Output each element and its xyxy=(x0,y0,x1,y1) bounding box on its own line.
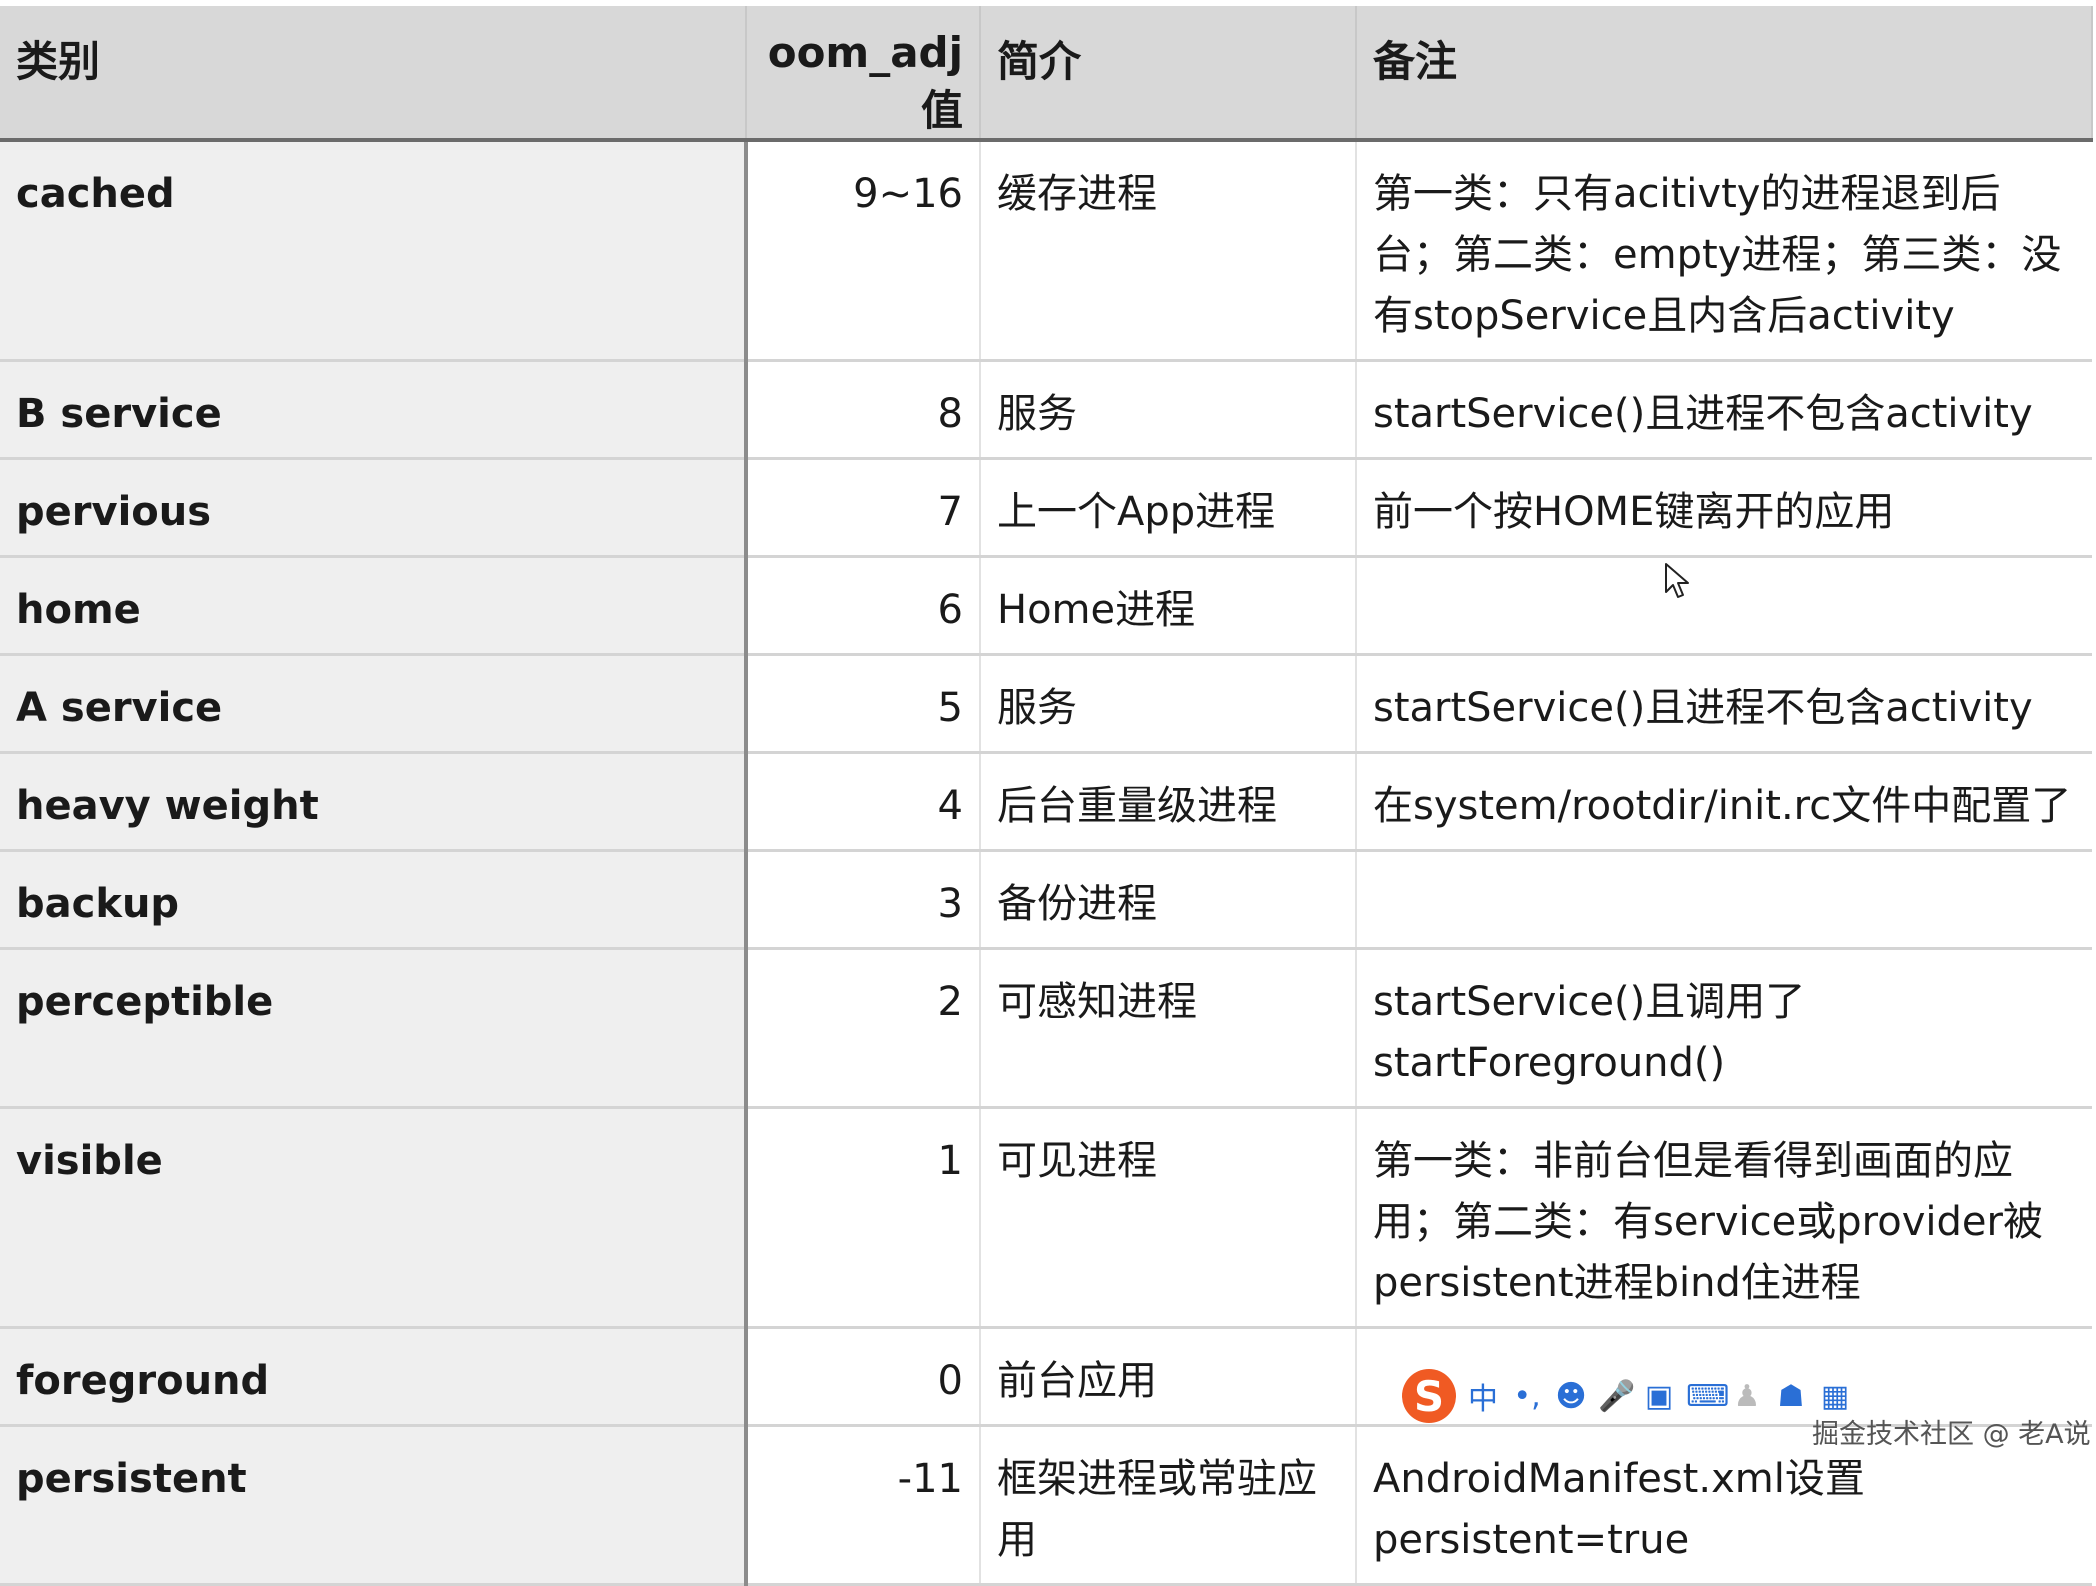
watermark: 掘金技术社区 @ 老A说 xyxy=(1812,1419,2091,1450)
cell-note: 第一类：非前台但是看得到画面的应用；第二类：有service或provider被… xyxy=(1356,1107,2092,1329)
cell-oom-adj: 2 xyxy=(746,948,981,1109)
cell-category: A service xyxy=(0,654,748,754)
table-row: persistent -11 框架进程或常驻应用 AndroidManifest… xyxy=(0,1425,2092,1586)
cell-oom-adj: -11 xyxy=(746,1425,981,1586)
ime-toolbar[interactable]: S 中 •, ☻ 🎤 ▣ ⌨ ♟ ☗ ▦ xyxy=(1396,1368,1862,1424)
cell-note: 在system/rootdir/init.rc文件中配置了 xyxy=(1356,752,2092,852)
cell-note xyxy=(1356,556,2092,656)
table-header-row: 类别 oom_adj值 简介 备注 xyxy=(0,6,2093,142)
cell-category: persistent xyxy=(0,1425,748,1586)
cell-desc: 后台重量级进程 xyxy=(980,752,1357,852)
cell-category: cached xyxy=(0,140,748,362)
cell-oom-adj: 8 xyxy=(746,360,981,460)
cell-desc: 缓存进程 xyxy=(980,140,1357,362)
cell-oom-adj: 0 xyxy=(746,1327,981,1427)
cell-desc: 上一个App进程 xyxy=(980,458,1357,558)
microphone-icon[interactable]: 🎤 xyxy=(1598,1379,1635,1414)
cell-desc: 可感知进程 xyxy=(980,948,1357,1109)
cell-oom-adj: 5 xyxy=(746,654,981,754)
cell-category: perceptible xyxy=(0,948,748,1109)
cell-note: startService()且进程不包含activity xyxy=(1356,360,2092,460)
user-icon[interactable]: ♟ xyxy=(1730,1379,1764,1414)
ime-mode-toggle[interactable]: 中 xyxy=(1466,1374,1500,1418)
table-row: A service 5 服务 startService()且进程不包含activ… xyxy=(0,654,2092,754)
cell-note: 第一类：只有acitivty的进程退到后台；第二类：empty进程；第三类：没有… xyxy=(1356,140,2092,362)
cell-desc: 可见进程 xyxy=(980,1107,1357,1329)
cell-desc: 服务 xyxy=(980,654,1357,754)
cell-oom-adj: 4 xyxy=(746,752,981,852)
table-row: visible 1 可见进程 第一类：非前台但是看得到画面的应用；第二类：有se… xyxy=(0,1107,2092,1329)
cell-oom-adj: 1 xyxy=(746,1107,981,1329)
table-row: perceptible 2 可感知进程 startService()且调用了st… xyxy=(0,948,2092,1109)
cell-oom-adj: 6 xyxy=(746,556,981,656)
page: 类别 oom_adj值 简介 备注 cached 9~16 缓存进程 第一类：只… xyxy=(0,0,2096,1586)
ime-logo[interactable]: S xyxy=(1402,1369,1456,1423)
table-row: home 6 Home进程 xyxy=(0,556,2092,656)
cell-desc: Home进程 xyxy=(980,556,1357,656)
cell-note: startService()且进程不包含activity xyxy=(1356,654,2092,754)
cell-category: heavy weight xyxy=(0,752,748,852)
table-row: cached 9~16 缓存进程 第一类：只有acitivty的进程退到后台；第… xyxy=(0,140,2092,362)
header-note: 备注 xyxy=(1356,6,2093,142)
skin-icon[interactable]: ☗ xyxy=(1774,1379,1808,1414)
cell-category: foreground xyxy=(0,1327,748,1427)
clipboard-icon[interactable]: ▣ xyxy=(1642,1379,1676,1414)
table-row: B service 8 服务 startService()且进程不包含activ… xyxy=(0,360,2092,460)
header-oom-adj: oom_adj值 xyxy=(746,6,981,142)
cell-category: B service xyxy=(0,360,748,460)
cell-oom-adj: 7 xyxy=(746,458,981,558)
cell-oom-adj: 9~16 xyxy=(746,140,981,362)
cell-note: 前一个按HOME键离开的应用 xyxy=(1356,458,2092,558)
cell-desc: 前台应用 xyxy=(980,1327,1357,1427)
emoji-icon[interactable]: ☻ xyxy=(1554,1379,1588,1414)
cell-note xyxy=(1356,850,2092,950)
cell-desc: 服务 xyxy=(980,360,1357,460)
table-row: heavy weight 4 后台重量级进程 在system/rootdir/i… xyxy=(0,752,2092,852)
cell-category: home xyxy=(0,556,748,656)
cell-category: backup xyxy=(0,850,748,950)
cell-note: startService()且调用了startForeground() xyxy=(1356,948,2092,1109)
mouse-pointer-icon xyxy=(1665,563,1689,598)
table-row: backup 3 备份进程 xyxy=(0,850,2092,950)
header-category: 类别 xyxy=(0,6,747,142)
cell-category: pervious xyxy=(0,458,748,558)
cell-desc: 备份进程 xyxy=(980,850,1357,950)
cell-category: visible xyxy=(0,1107,748,1329)
table-row: pervious 7 上一个App进程 前一个按HOME键离开的应用 xyxy=(0,458,2092,558)
keyboard-icon[interactable]: ⌨ xyxy=(1686,1379,1729,1414)
cell-desc: 框架进程或常驻应用 xyxy=(980,1425,1357,1586)
ime-punct-toggle[interactable]: •, xyxy=(1510,1379,1544,1414)
header-desc: 简介 xyxy=(980,6,1357,142)
oom-adj-table: 类别 oom_adj值 简介 备注 cached 9~16 缓存进程 第一类：只… xyxy=(0,6,2093,1586)
cell-oom-adj: 3 xyxy=(746,850,981,950)
apps-grid-icon[interactable]: ▦ xyxy=(1818,1379,1852,1414)
